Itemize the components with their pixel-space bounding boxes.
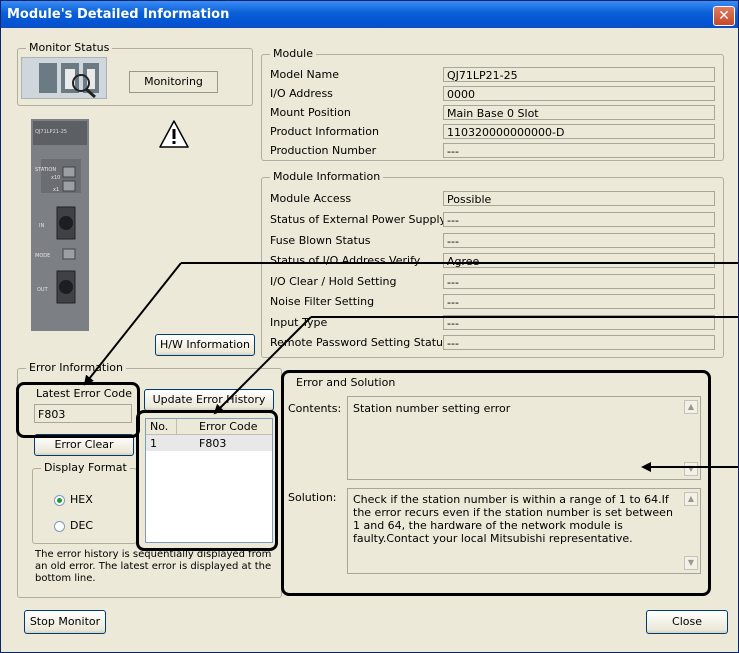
module-detail-dialog: Module's Detailed Information ✕ Monitor … — [0, 0, 739, 653]
arrow-latest-error — [83, 262, 182, 386]
annotation-arrows — [83, 262, 738, 472]
arrow-error-history — [213, 316, 312, 415]
